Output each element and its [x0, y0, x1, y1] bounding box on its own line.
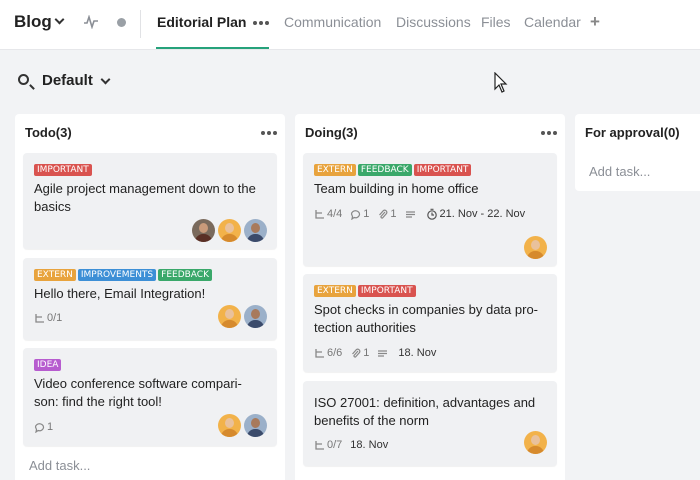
status-dot-icon[interactable]	[117, 18, 126, 27]
task-title: ISO 27001: definition, advantages and be…	[314, 395, 536, 428]
add-task-button[interactable]: Add task...	[29, 458, 90, 473]
label-important: IMPORTANT	[34, 164, 92, 176]
label-important: IMPORTANT	[357, 285, 416, 297]
assignees	[524, 236, 547, 259]
label-extern: EXTERN	[34, 269, 76, 281]
subtask-icon	[315, 440, 324, 450]
avatar[interactable]	[524, 431, 547, 454]
divider	[140, 10, 141, 38]
add-task-button[interactable]: Add task...	[589, 164, 650, 179]
assignees	[218, 305, 267, 328]
task-card[interactable]: EXTERN IMPROVEMENTS FEEDBACK Hello there…	[23, 258, 277, 340]
subtask-count: 0/1	[34, 312, 62, 324]
tab-files[interactable]: Files	[481, 14, 511, 30]
column-menu-icon[interactable]	[541, 131, 557, 135]
avatar[interactable]	[244, 414, 267, 437]
subtask-icon	[35, 313, 44, 323]
label-important: IMPORTANT	[413, 164, 472, 176]
comment-count: 1	[34, 421, 53, 433]
tab-editorial-plan[interactable]: Editorial Plan	[157, 14, 246, 30]
due-date: 18. Nov	[398, 347, 437, 359]
label-list: IDEA	[34, 359, 62, 371]
task-card[interactable]: ISO 27001: definition, advantages and be…	[303, 381, 557, 466]
avatar[interactable]	[244, 219, 267, 242]
label-feedback: FEEDBACK	[158, 269, 212, 281]
label-feedback: FEEDBACK	[357, 164, 412, 176]
column-todo: Todo(3) IMPORTANT Agile project manageme…	[15, 114, 285, 480]
assignees	[218, 414, 267, 437]
label-list: EXTERN IMPROVEMENTS FEEDBACK	[34, 269, 212, 281]
assignees	[192, 219, 267, 242]
label-list: EXTERN IMPORTANT	[314, 285, 416, 297]
comment-count: 1	[350, 208, 369, 220]
label-extern: EXTERN	[314, 285, 356, 297]
chevron-down-icon[interactable]	[54, 14, 65, 25]
search-icon[interactable]	[18, 74, 29, 85]
label-list: EXTERN FEEDBACK IMPORTANT	[314, 164, 472, 176]
column-title: For approval(0)	[585, 125, 680, 140]
activity-icon[interactable]	[84, 15, 98, 29]
paperclip-icon	[352, 348, 361, 358]
column-title: Doing(3)	[305, 125, 358, 140]
label-improvements: IMPROVEMENTS	[77, 269, 157, 281]
top-bar: Blog Editorial Plan Communication Discus…	[0, 0, 700, 50]
task-title: Spot checks in companies by data pro-tec…	[314, 302, 539, 335]
add-tab-button[interactable]: +	[590, 12, 600, 32]
task-card[interactable]: EXTERN IMPORTANT Spot checks in companie…	[303, 274, 557, 372]
task-title: Video conference software compari-son: f…	[34, 376, 242, 409]
comment-icon	[34, 422, 45, 433]
subtask-count: 6/6	[314, 347, 342, 359]
subtask-icon	[315, 348, 324, 358]
column-menu-icon[interactable]	[261, 131, 277, 135]
label-idea: IDEA	[34, 359, 62, 371]
mouse-cursor-icon	[494, 72, 508, 93]
task-meta: 0/7 18. Nov	[314, 439, 388, 451]
task-title: Agile project management down to the bas…	[34, 181, 256, 214]
avatar[interactable]	[192, 219, 215, 242]
assignees	[524, 431, 547, 454]
attachment-count: 1	[377, 208, 397, 220]
task-title: Hello there, Email Integration!	[34, 286, 206, 301]
column-title: Todo(3)	[25, 125, 72, 140]
avatar[interactable]	[218, 414, 241, 437]
tab-discussions[interactable]: Discussions	[396, 14, 471, 30]
attachment-count: 1	[350, 347, 369, 359]
timer-icon	[426, 208, 437, 220]
task-title: Team building in home office	[314, 181, 479, 196]
project-title[interactable]: Blog	[14, 12, 52, 32]
chevron-down-icon[interactable]	[100, 74, 111, 85]
comment-icon	[351, 209, 361, 220]
tab-communication[interactable]: Communication	[284, 14, 381, 30]
paperclip-icon	[379, 209, 388, 219]
label-extern: EXTERN	[314, 164, 356, 176]
description-icon	[378, 349, 388, 357]
subtask-icon	[315, 209, 324, 219]
tab-calendar[interactable]: Calendar	[524, 14, 581, 30]
task-meta: 4/4 1 1 21. Nov - 22. Nov	[314, 208, 525, 220]
avatar[interactable]	[524, 236, 547, 259]
column-for-approval: For approval(0) Add task...	[575, 114, 700, 191]
task-card[interactable]: IMPORTANT Agile project management down …	[23, 153, 277, 249]
tab-more-icon[interactable]	[253, 21, 269, 25]
subtask-count: 0/7	[314, 439, 342, 451]
due-date: 18. Nov	[350, 439, 389, 451]
task-meta: 6/6 1 18. Nov	[314, 347, 436, 359]
label-list: IMPORTANT	[34, 164, 92, 176]
avatar[interactable]	[218, 219, 241, 242]
active-tab-indicator	[156, 47, 269, 49]
task-meta: 1	[34, 421, 53, 433]
subtask-count: 4/4	[314, 208, 342, 220]
task-card[interactable]: EXTERN FEEDBACK IMPORTANT Team building …	[303, 153, 557, 266]
column-doing: Doing(3) EXTERN FEEDBACK IMPORTANT Team …	[295, 114, 565, 480]
avatar[interactable]	[244, 305, 267, 328]
avatar[interactable]	[218, 305, 241, 328]
view-selector[interactable]: Default	[42, 72, 93, 89]
task-meta: 0/1	[34, 312, 62, 324]
due-date: 21. Nov - 22. Nov	[426, 208, 525, 220]
task-card[interactable]: IDEA Video conference software compari-s…	[23, 348, 277, 446]
description-icon	[405, 210, 415, 218]
